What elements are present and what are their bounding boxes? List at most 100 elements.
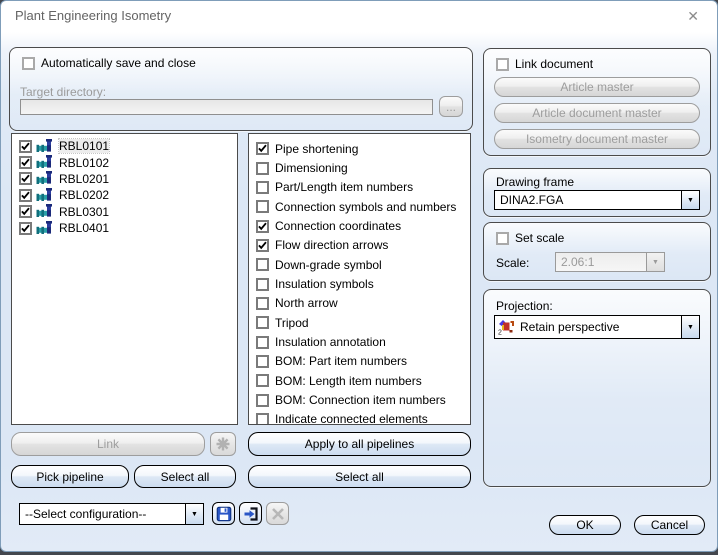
save-group: Automatically save and close Target dire… [9,47,473,131]
pipeline-checkbox[interactable] [19,205,32,219]
projection-combobox[interactable]: 2 Retain perspective ▼ [494,315,700,339]
option-label: Part/Length item numbers [275,180,414,195]
option-row[interactable]: Insulation symbols [249,274,470,293]
unlink-icon-button[interactable] [210,432,236,456]
option-row[interactable]: BOM: Part item numbers [249,352,470,371]
option-checkbox[interactable] [256,277,269,291]
floppy-disk-icon [216,506,231,521]
option-row[interactable]: Flow direction arrows [249,236,470,255]
save-configuration-button[interactable] [212,502,235,525]
link-document-label: Link document [515,57,594,71]
option-checkbox[interactable] [256,200,269,214]
option-label: Insulation symbols [275,277,374,292]
option-checkbox[interactable] [256,238,269,252]
option-label: Insulation annotation [275,335,386,350]
pipeline-checkbox[interactable] [19,221,32,235]
option-checkbox[interactable] [256,161,269,175]
load-configuration-button[interactable] [239,502,262,525]
option-checkbox[interactable] [256,335,269,349]
configuration-value: --Select configuration-- [25,507,147,521]
option-label: Flow direction arrows [275,238,389,253]
option-label: BOM: Length item numbers [275,373,422,388]
option-checkbox[interactable] [256,219,269,233]
pipeline-icon [36,171,52,185]
option-checkbox[interactable] [256,142,269,156]
set-scale-checkbox[interactable] [496,232,509,245]
checkmark-icon [21,224,30,232]
option-row[interactable]: North arrow [249,294,470,313]
option-row[interactable]: Connection symbols and numbers [249,197,470,216]
target-directory-input[interactable] [20,99,433,115]
checkmark-icon [258,222,267,230]
import-arrow-icon [244,506,258,521]
pipeline-row[interactable]: RBL0102 [12,154,237,170]
article-master-button[interactable]: Article master [494,77,700,97]
option-checkbox[interactable] [256,316,269,330]
checkmark-icon [21,191,30,200]
pipeline-icon [36,220,52,234]
apply-to-all-pipelines-button[interactable]: Apply to all pipelines [248,432,471,456]
chevron-down-icon[interactable]: ▼ [681,191,699,209]
starburst-icon [216,437,230,451]
option-row[interactable]: Pipe shortening [249,139,470,158]
option-row[interactable]: Indicate connected elements [249,410,470,425]
projection-value: Retain perspective [520,320,620,334]
option-row[interactable]: Connection coordinates [249,216,470,235]
pipeline-checkbox[interactable] [19,172,32,186]
pipeline-checkbox[interactable] [19,188,32,202]
pipeline-row[interactable]: RBL0202 [12,187,237,203]
pipeline-checkbox[interactable] [19,156,32,170]
option-checkbox[interactable] [256,180,269,194]
link-button[interactable]: Link [11,432,205,456]
option-row[interactable]: BOM: Connection item numbers [249,390,470,409]
option-label: Pipe shortening [275,141,359,156]
option-checkbox[interactable] [256,374,269,388]
set-scale-label: Set scale [515,231,565,245]
option-label: Indicate connected elements [275,412,428,425]
option-label: Connection symbols and numbers [275,199,457,214]
browse-button[interactable]: ... [439,96,463,117]
chevron-down-icon[interactable]: ▼ [681,316,699,338]
select-all-options-button[interactable]: Select all [248,465,471,488]
pipeline-label: RBL0202 [59,188,110,203]
pipeline-list[interactable]: RBL0101 RBL0102 RBL0201 RBL0202 RBL0301 RBL04… [11,133,238,425]
option-label: North arrow [275,296,338,311]
x-icon [271,507,284,520]
isometry-document-master-button[interactable]: Isometry document master [494,129,700,149]
option-row[interactable]: Part/Length item numbers [249,178,470,197]
chevron-down-icon[interactable]: ▼ [646,253,664,271]
delete-configuration-button[interactable] [266,502,289,525]
article-document-master-button[interactable]: Article document master [494,103,700,123]
option-label: Down-grade symbol [275,257,382,272]
scale-combobox[interactable]: 2.06:1 ▼ [555,252,665,272]
cancel-button[interactable]: Cancel [634,515,705,535]
option-row[interactable]: Insulation annotation [249,332,470,351]
auto-save-checkbox[interactable] [22,57,35,70]
option-checkbox[interactable] [256,296,269,310]
option-checkbox[interactable] [256,258,269,272]
option-row[interactable]: Tripod [249,313,470,332]
option-checkbox[interactable] [256,412,269,424]
option-row[interactable]: Dimensioning [249,158,470,177]
drawing-frame-combobox[interactable]: DINA2.FGA ▼ [494,190,700,210]
link-document-checkbox[interactable] [496,58,509,71]
pipeline-row[interactable]: RBL0201 [12,171,237,187]
option-row[interactable]: Down-grade symbol [249,255,470,274]
option-checkbox[interactable] [256,393,269,407]
option-checkbox[interactable] [256,354,269,368]
option-label: Dimensioning [275,161,348,176]
pick-pipeline-button[interactable]: Pick pipeline [11,465,129,488]
option-list[interactable]: Pipe shortening Dimensioning Part/Length i… [248,133,471,425]
pipeline-row[interactable]: RBL0401 [12,220,237,236]
pipeline-row[interactable]: RBL0101 [12,138,237,155]
ok-button[interactable]: OK [549,515,621,535]
option-row[interactable]: BOM: Length item numbers [249,371,470,390]
chevron-down-icon[interactable]: ▼ [185,504,203,524]
select-all-pipelines-button[interactable]: Select all [134,465,236,488]
perspective-icon: 2 [498,320,514,335]
configuration-combobox[interactable]: --Select configuration-- ▼ [19,503,204,525]
close-icon[interactable]: ✕ [687,8,699,24]
checkmark-icon [21,142,30,150]
pipeline-row[interactable]: RBL0301 [12,204,237,220]
pipeline-checkbox[interactable] [19,139,32,153]
